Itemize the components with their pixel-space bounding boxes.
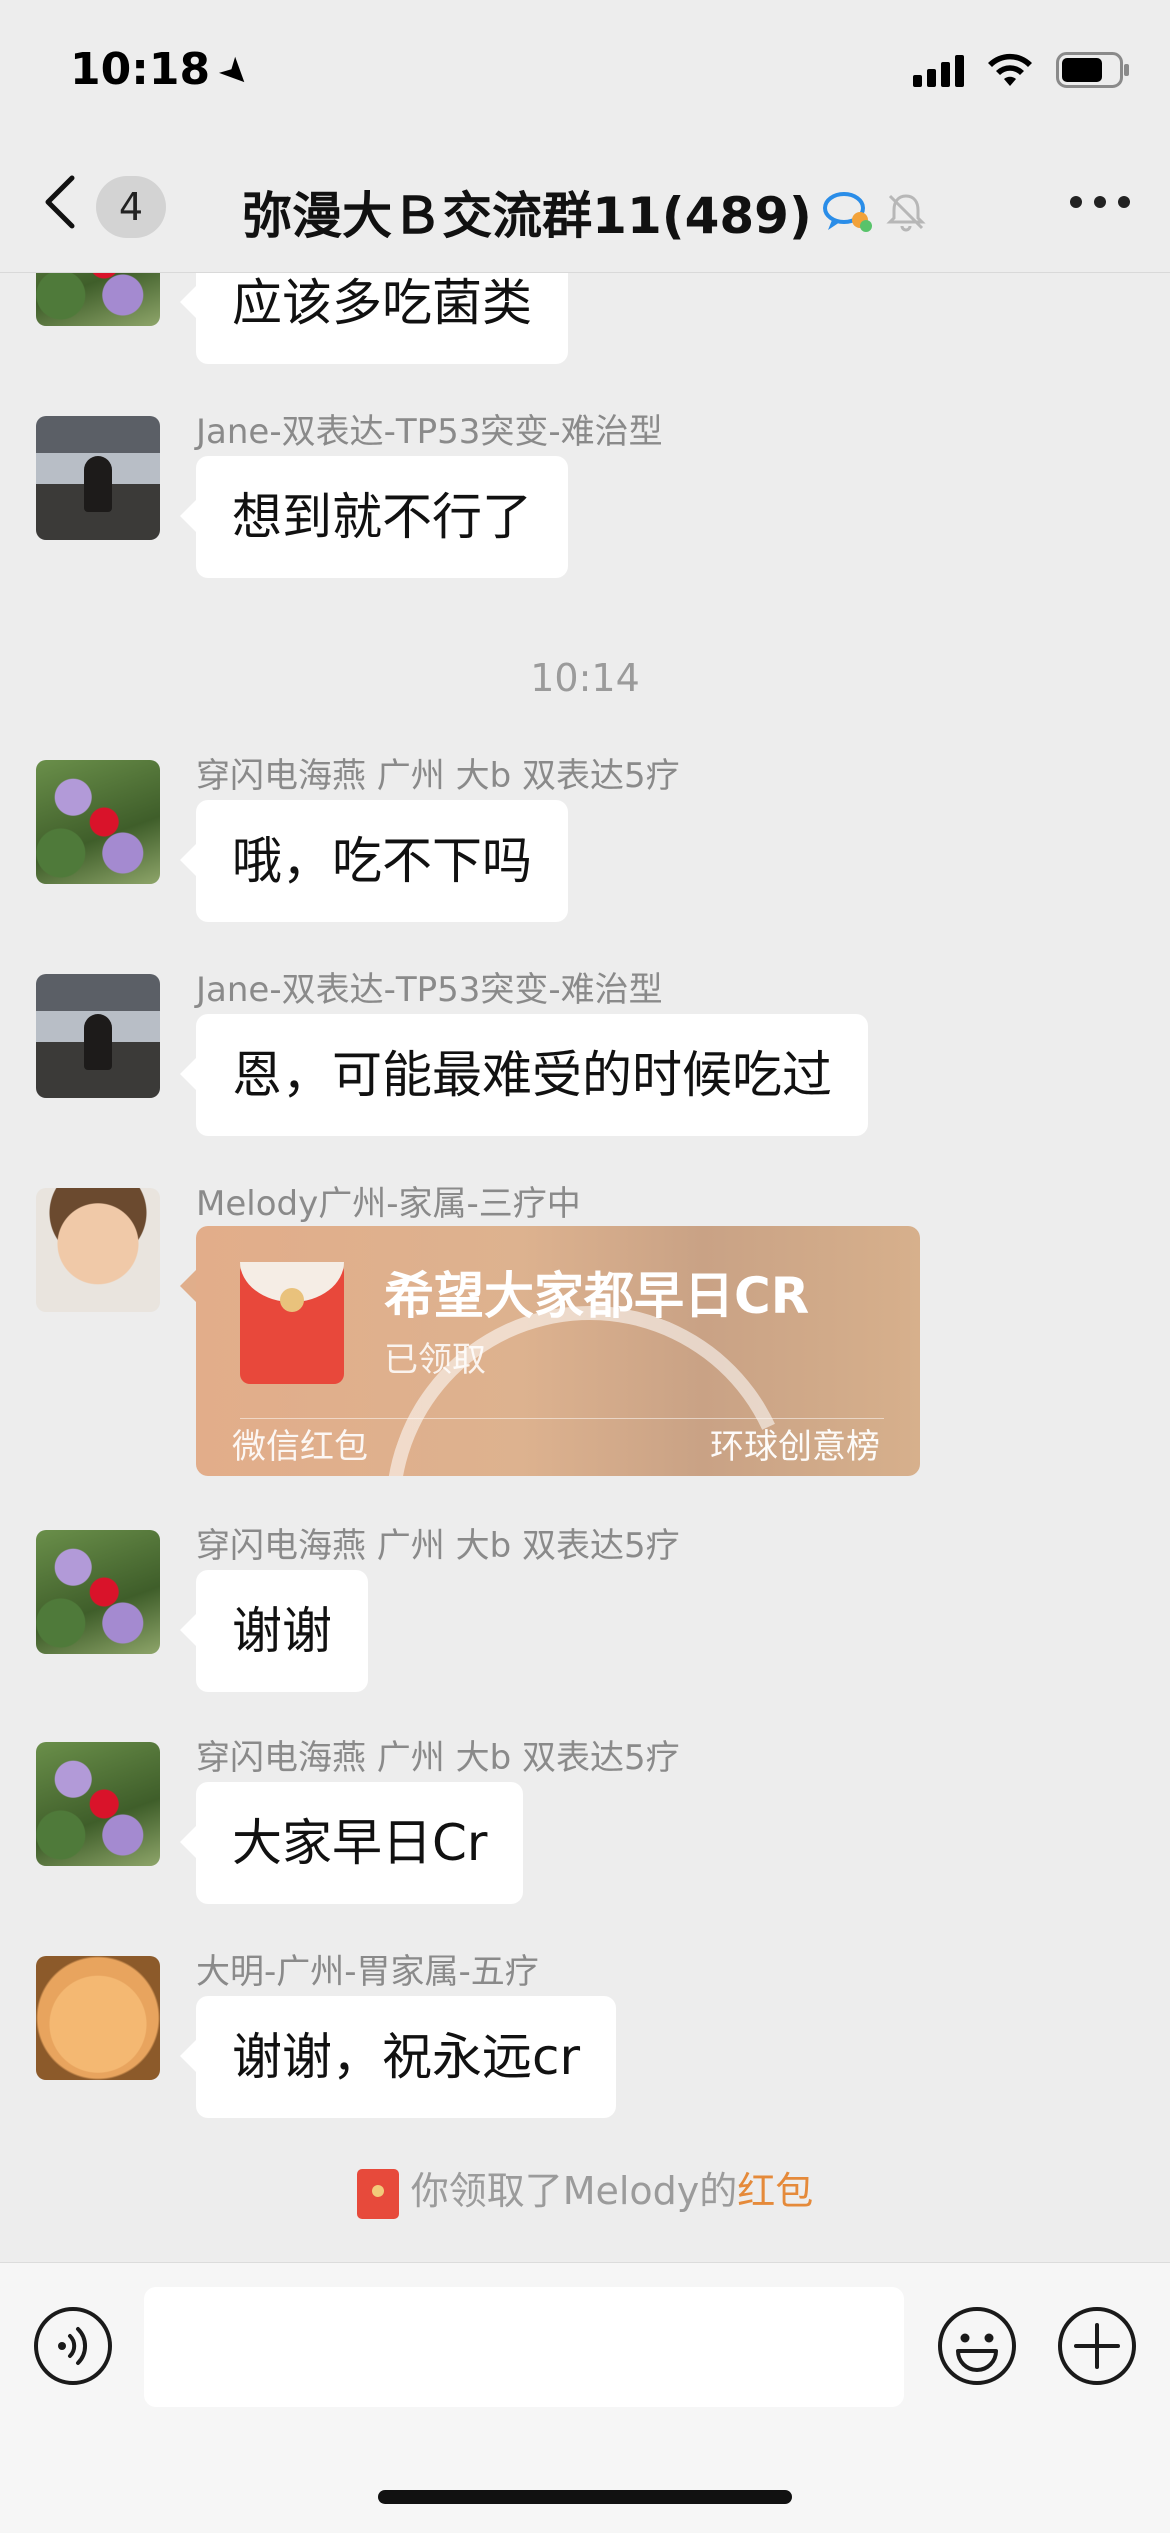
home-indicator[interactable] xyxy=(378,2490,792,2504)
voice-icon xyxy=(34,2307,112,2385)
chat-title: 弥漫大Ｂ交流群11(489) xyxy=(0,176,1170,248)
cellular-signal-icon xyxy=(913,53,964,87)
chat-title-text: 弥漫大Ｂ交流群11(489) xyxy=(242,187,812,245)
red-packet-icon xyxy=(356,2168,399,2219)
location-arrow-icon: ➤ xyxy=(209,47,261,98)
more-actions-button[interactable] xyxy=(1056,2305,1138,2387)
sender-name: 穿闪电海燕 广州 大b 双表达5疗 xyxy=(196,1738,680,1778)
red-packet-cover-name: 环球创意榜 xyxy=(710,1427,880,1467)
red-packet-status: 已领取 xyxy=(384,1340,486,1380)
message-bubble[interactable]: 大家早日Cr xyxy=(179,1782,524,1904)
message-bubble[interactable]: 谢谢 xyxy=(180,1570,368,1692)
emoji-button[interactable] xyxy=(936,2305,1018,2387)
more-button[interactable] xyxy=(1070,196,1130,208)
packet-pointer xyxy=(180,1270,196,1302)
voice-button[interactable] xyxy=(32,2305,114,2387)
avatar[interactable] xyxy=(36,416,160,540)
mute-bell-icon xyxy=(886,194,926,232)
avatar[interactable] xyxy=(36,1188,160,1312)
wifi-icon xyxy=(986,52,1034,88)
message-input[interactable] xyxy=(144,2287,904,2407)
sender-name: Melody广州-家属-三疗中 xyxy=(196,1184,581,1224)
avatar[interactable] xyxy=(36,974,160,1098)
avatar[interactable] xyxy=(36,1742,160,1866)
avatar[interactable] xyxy=(36,1530,160,1654)
red-envelope-icon xyxy=(240,1262,344,1384)
status-time: 10:18➤ xyxy=(70,44,260,98)
avatar[interactable] xyxy=(36,760,160,884)
system-notice: 你领取了Melody的红包 xyxy=(0,2160,1170,2219)
top-bar: 10:18➤ 4 弥漫大Ｂ交流群11(489) xyxy=(0,0,1170,273)
red-packet-link[interactable]: 红包 xyxy=(737,2169,813,2213)
chat-timestamp: 10:14 xyxy=(530,656,640,700)
more-dots-icon xyxy=(1070,196,1082,208)
message-bubble[interactable]: 恩，可能最难受的时候吃过 xyxy=(180,1014,868,1136)
avatar[interactable] xyxy=(36,1956,160,2080)
status-indicators xyxy=(913,52,1130,88)
message-bubble[interactable]: 想到就不行了 xyxy=(180,456,568,578)
sender-name: 穿闪电海燕 广州 大b 双表达5疗 xyxy=(196,1526,680,1566)
red-packet-title: 希望大家都早日CR xyxy=(384,1267,810,1325)
sender-name: Jane-双表达-TP53突变-难治型 xyxy=(196,412,663,452)
red-packet-card[interactable]: 希望大家都早日CR 已领取 微信红包 环球创意榜 xyxy=(196,1226,920,1476)
emoji-icon xyxy=(938,2307,1016,2385)
red-packet-label: 微信红包 xyxy=(232,1427,368,1467)
plus-icon xyxy=(1058,2307,1136,2385)
sender-name: 大明-广州-胃家属-五疗 xyxy=(196,1952,539,1992)
sender-name: 穿闪电海燕 广州 大b 双表达5疗 xyxy=(196,756,680,796)
battery-icon xyxy=(1056,52,1130,88)
group-verified-icon xyxy=(822,192,872,232)
system-notice-text: 你领取了Melody的 xyxy=(410,2169,738,2213)
message-bubble[interactable]: 哦，吃不下吗 xyxy=(180,800,568,922)
status-time-text: 10:18 xyxy=(70,44,211,95)
message-bubble[interactable]: 谢谢，祝永远cr xyxy=(179,1996,617,2118)
sender-name: Jane-双表达-TP53突变-难治型 xyxy=(196,970,663,1010)
